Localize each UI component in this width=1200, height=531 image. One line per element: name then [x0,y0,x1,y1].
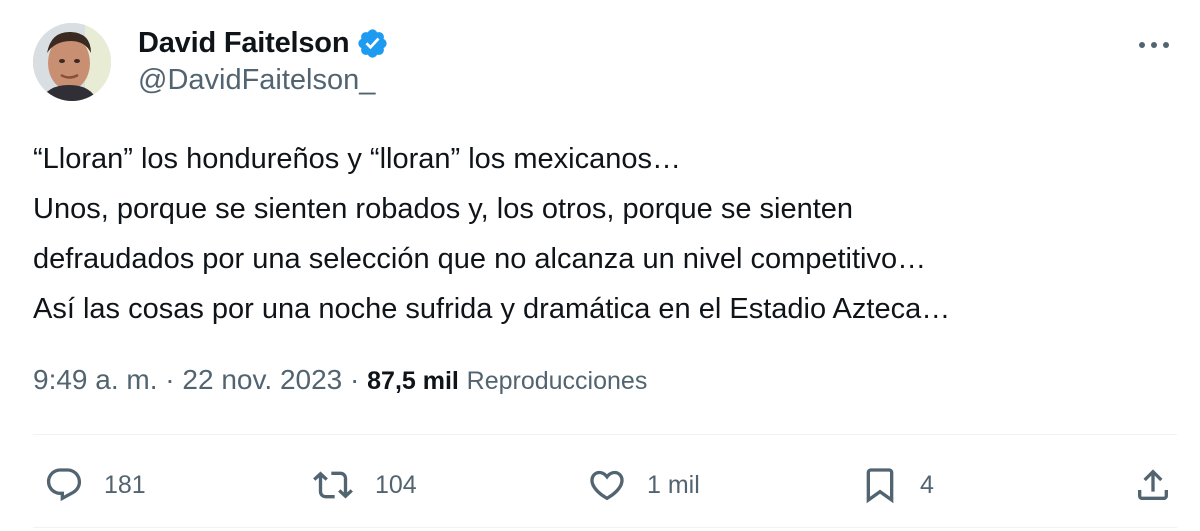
tweet-line: Unos, porque se sienten robados y, los o… [33,193,854,225]
divider [33,527,1177,528]
tweet-metadata: 9:49 a. m. · 22 nov. 2023 · 87,5 mil Rep… [33,364,647,396]
reply-count: 181 [104,470,146,499]
name-row: David Faitelson [138,22,389,64]
heart-icon [590,470,624,501]
tweet-line: defraudados por una selección que no alc… [33,243,927,275]
retweet-icon [313,471,353,499]
author-block: David Faitelson @DavidFaitelson_ [138,22,389,97]
bookmark-button[interactable]: 4 [860,460,934,510]
more-options-button[interactable] [1134,30,1174,60]
like-count: 1 mil [647,470,700,499]
user-handle[interactable]: @DavidFaitelson_ [138,64,389,97]
tweet-time[interactable]: 9:49 a. m. [33,364,158,395]
like-button[interactable]: 1 mil [587,460,700,510]
tweet: David Faitelson @DavidFaitelson_ “Lloran… [0,0,1200,531]
avatar-photo [33,23,111,101]
avatar[interactable] [33,23,111,101]
divider [33,434,1177,435]
retweet-count: 104 [375,470,417,499]
tweet-date[interactable]: 22 nov. 2023 [182,364,342,395]
tweet-line: Así las cosas por una noche sufrida y dr… [33,293,951,325]
views-label[interactable]: Reproducciones [467,367,648,395]
meta-separator: · [350,364,360,395]
reply-button[interactable]: 181 [44,460,146,510]
views-count[interactable]: 87,5 mil [367,367,459,395]
bookmark-count: 4 [920,470,934,499]
share-button[interactable] [1133,460,1173,510]
meta-separator: · [165,364,175,395]
reply-icon [46,468,82,502]
display-name[interactable]: David Faitelson [138,27,350,60]
retweet-button[interactable]: 104 [311,460,417,510]
tweet-line: “Lloran” los hondureños y “lloran” los m… [33,143,681,175]
bookmark-icon [866,468,894,504]
more-horizontal-icon [1139,42,1169,48]
tweet-text: “Lloran” los hondureños y “lloran” los m… [33,134,1173,334]
share-icon [1138,469,1168,500]
verified-badge-icon [356,27,389,60]
action-bar: 181 104 1 mil 4 [0,460,1200,510]
